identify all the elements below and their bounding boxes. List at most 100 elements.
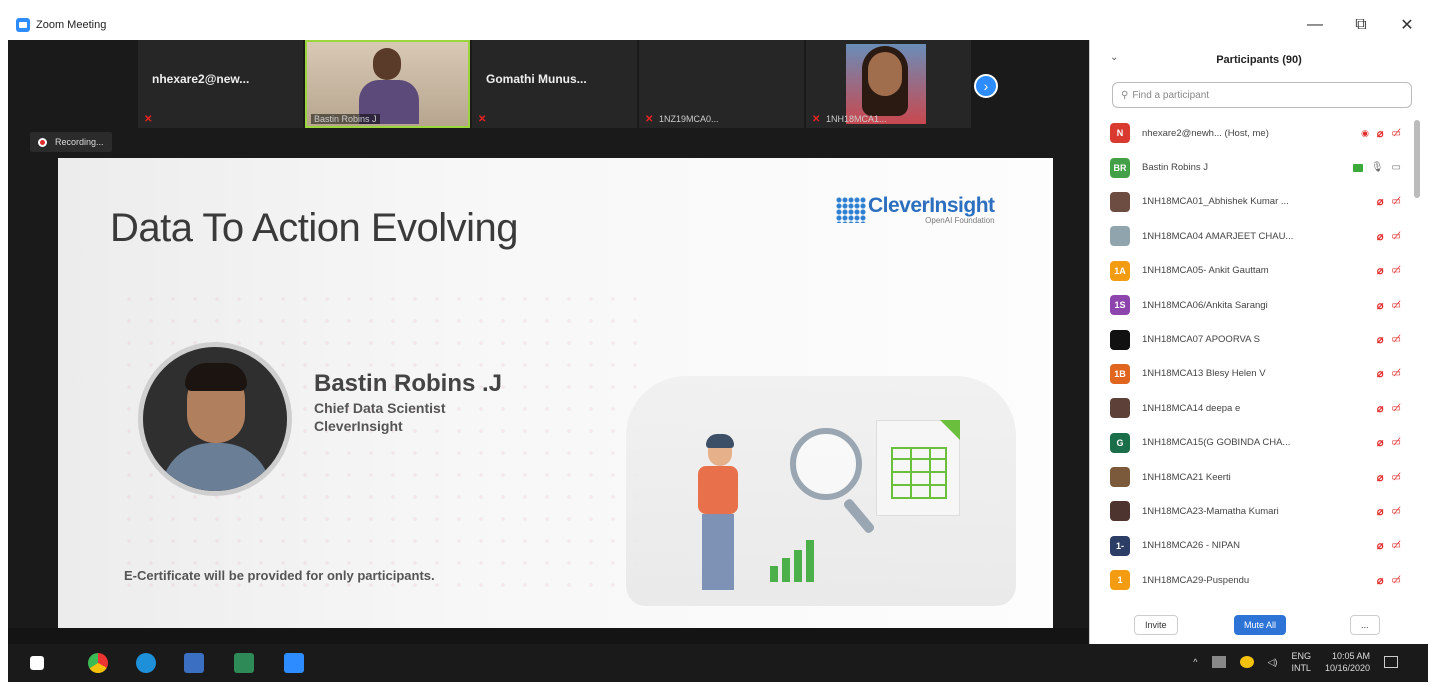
participant-name: Bastin Robins J <box>1142 162 1209 174</box>
video-tile[interactable]: ✕ 1NH18MCA1... <box>806 40 971 128</box>
participant-row[interactable]: 1- 1NH18MCA26 - NIPAN ⌀ ▭̸ <box>1090 529 1415 563</box>
mic-muted-icon[interactable]: ⌀ <box>1377 436 1384 449</box>
video-off-icon[interactable]: ▭̸ <box>1392 128 1401 139</box>
video-off-icon[interactable]: ▭̸ <box>1392 300 1401 311</box>
participant-avatar: G <box>1110 432 1130 453</box>
participant-row[interactable]: G 1NH18MCA15(G GOBINDA CHA... ⌀ ▭̸ <box>1090 426 1415 460</box>
participants-scrollbar[interactable] <box>1414 120 1420 580</box>
minimize-button[interactable]: — <box>1306 16 1324 34</box>
mic-muted-icon[interactable]: ⌀ <box>1377 230 1384 243</box>
bar <box>782 558 790 582</box>
windows-start-icon[interactable] <box>30 656 44 670</box>
search-input[interactable] <box>1132 89 1373 101</box>
next-page-button[interactable]: › <box>974 74 998 98</box>
participant-row[interactable]: 1A 1NH18MCA05- Ankit Gauttam ⌀ ▭̸ <box>1090 254 1415 288</box>
participant-status: ⌀ ▭̸ <box>1377 539 1401 552</box>
tile-label: Bastin Robins J <box>311 114 380 124</box>
muted-mic-icon: ✕ <box>812 114 821 125</box>
tile-name: Gomathi Munus... <box>486 72 587 86</box>
file-explorer-icon[interactable] <box>184 653 204 673</box>
chrome-tray-icon[interactable] <box>1239 656 1254 668</box>
chrome-icon[interactable] <box>88 653 108 673</box>
chevron-up-icon[interactable]: ^ <box>1193 657 1197 667</box>
participant-name: 1NH18MCA15(G GOBINDA CHA... <box>1142 437 1291 449</box>
participant-row[interactable]: 1S 1NH18MCA06/Ankita Sarangi ⌀ ▭̸ <box>1090 288 1415 322</box>
participant-row[interactable]: Nnhexare2@newh... (Host, me) ◉ ⌀ ▭̸ <box>1090 116 1415 150</box>
mic-muted-icon[interactable]: ⌀ <box>1377 264 1384 277</box>
mute-all-button[interactable]: Mute All <box>1234 615 1287 635</box>
video-off-icon[interactable]: ▭̸ <box>1392 368 1401 379</box>
scrollbar-thumb[interactable] <box>1414 120 1420 198</box>
video-tile[interactable]: nhexare2@new... ✕ <box>138 40 303 128</box>
mic-icon[interactable]: 🎙 <box>1371 162 1384 173</box>
zoom-taskbar-icon[interactable] <box>284 653 304 673</box>
participant-status: ⌀ ▭̸ <box>1377 402 1401 415</box>
edge-icon[interactable] <box>136 653 156 673</box>
video-off-icon[interactable]: ▭̸ <box>1392 540 1401 551</box>
video-off-icon[interactable]: ▭̸ <box>1392 472 1401 483</box>
mic-muted-icon[interactable]: ⌀ <box>1377 299 1384 312</box>
restore-button[interactable]: ⧉ <box>1352 16 1370 34</box>
mic-muted-icon[interactable]: ⌀ <box>1377 333 1384 346</box>
video-off-icon[interactable]: ▭̸ <box>1392 506 1401 517</box>
windows-taskbar: ^ ◁) ENG INTL 10:05 AM 10/16/2020 <box>8 644 1428 682</box>
video-off-icon[interactable]: ▭̸ <box>1392 334 1401 345</box>
mic-muted-icon[interactable]: ⌀ <box>1377 539 1384 552</box>
video-tile[interactable]: Gomathi Munus... ✕ <box>472 40 637 128</box>
video-off-icon[interactable]: ▭̸ <box>1392 231 1401 242</box>
participant-row[interactable]: 1NH18MCA14 deepa e ⌀ ▭̸ <box>1090 391 1415 425</box>
participant-row[interactable]: BR Bastin Robins J 🎙 ▭ <box>1090 150 1415 184</box>
video-off-icon[interactable]: ▭̸ <box>1392 403 1401 414</box>
notification-icon[interactable] <box>1384 656 1398 668</box>
video-off-icon[interactable]: ▭̸ <box>1392 575 1401 586</box>
recording-indicator[interactable]: Recording... <box>30 132 112 152</box>
video-off-icon[interactable]: ▭̸ <box>1392 265 1401 276</box>
sheet-grid <box>891 447 947 499</box>
video-off-icon[interactable]: ▭̸ <box>1392 437 1401 448</box>
participant-row[interactable]: 1NH18MCA04 AMARJEET CHAU... ⌀ ▭̸ <box>1090 219 1415 253</box>
clock-date: 10/16/2020 <box>1324 663 1370 673</box>
more-button[interactable]: ... <box>1350 615 1380 635</box>
mic-muted-icon[interactable]: ⌀ <box>1377 471 1384 484</box>
participant-row[interactable]: 1NH18MCA21 Keerti ⌀ ▭̸ <box>1090 460 1415 494</box>
collapse-chevron-icon[interactable]: ⌄ <box>1110 52 1118 63</box>
tile-name: nhexare2@new... <box>152 72 250 86</box>
illustration-hair <box>706 434 734 448</box>
participants-footer: Invite Mute All ... <box>1090 606 1428 644</box>
mic-muted-icon[interactable]: ⌀ <box>1377 505 1384 518</box>
participant-avatar: 1B <box>1110 363 1130 384</box>
slide-title: Data To Action Evolving <box>110 206 519 250</box>
clock[interactable]: 10:05 AM 10/16/2020 <box>1325 650 1370 674</box>
mic-muted-icon[interactable]: ⌀ <box>1377 367 1384 380</box>
participant-name: 1NH18MCA21 Keerti <box>1142 471 1231 483</box>
mic-muted-icon[interactable]: ⌀ <box>1377 127 1384 140</box>
speaker-org: CleverInsight <box>314 418 403 434</box>
participant-search[interactable]: ⚲ <box>1112 82 1412 108</box>
close-button[interactable]: ✕ <box>1398 15 1416 35</box>
participant-avatar <box>1110 398 1130 419</box>
excel-icon[interactable] <box>234 653 254 673</box>
video-off-icon[interactable]: ▭̸ <box>1392 196 1401 207</box>
participant-row[interactable]: 1NH18MCA07 APOORVA S ⌀ ▭̸ <box>1090 322 1415 356</box>
participant-row[interactable]: 1NH18MCA01_Abhishek Kumar ... ⌀ ▭̸ <box>1090 185 1415 219</box>
participant-row[interactable]: 1NH18MCA23-Mamatha Kumari ⌀ ▭̸ <box>1090 494 1415 528</box>
participant-name: 1NH18MCA01_Abhishek Kumar ... <box>1142 196 1289 208</box>
mic-muted-icon[interactable]: ⌀ <box>1377 402 1384 415</box>
mic-muted-icon[interactable]: ⌀ <box>1377 195 1384 208</box>
participant-avatar: N <box>1110 123 1130 144</box>
tile-label: 1NZ19MCA0... <box>659 114 719 124</box>
video-icon[interactable]: ▭ <box>1392 162 1401 173</box>
video-tile-active-speaker[interactable]: Bastin Robins J <box>305 40 470 128</box>
video-tile[interactable]: ✕ 1NZ19MCA0... <box>639 40 804 128</box>
participant-row[interactable]: 1B 1NH18MCA13 Blesy Helen V ⌀ ▭̸ <box>1090 357 1415 391</box>
mic-muted-icon[interactable]: ⌀ <box>1377 574 1384 587</box>
bar <box>806 540 814 582</box>
participant-status: ⌀ ▭̸ <box>1377 333 1401 346</box>
company-logo: CleverInsight OpenAI Foundation <box>836 194 995 225</box>
participant-row[interactable]: 1 1NH18MCA29-Puspendu ⌀ ▭̸ <box>1090 563 1415 597</box>
network-icon[interactable] <box>1211 656 1226 668</box>
speaker-info: Bastin Robins .J Chief Data Scientist Cl… <box>314 370 502 434</box>
invite-button[interactable]: Invite <box>1134 615 1178 635</box>
volume-icon[interactable]: ◁) <box>1268 657 1278 668</box>
language-indicator[interactable]: ENG INTL <box>1291 650 1311 674</box>
